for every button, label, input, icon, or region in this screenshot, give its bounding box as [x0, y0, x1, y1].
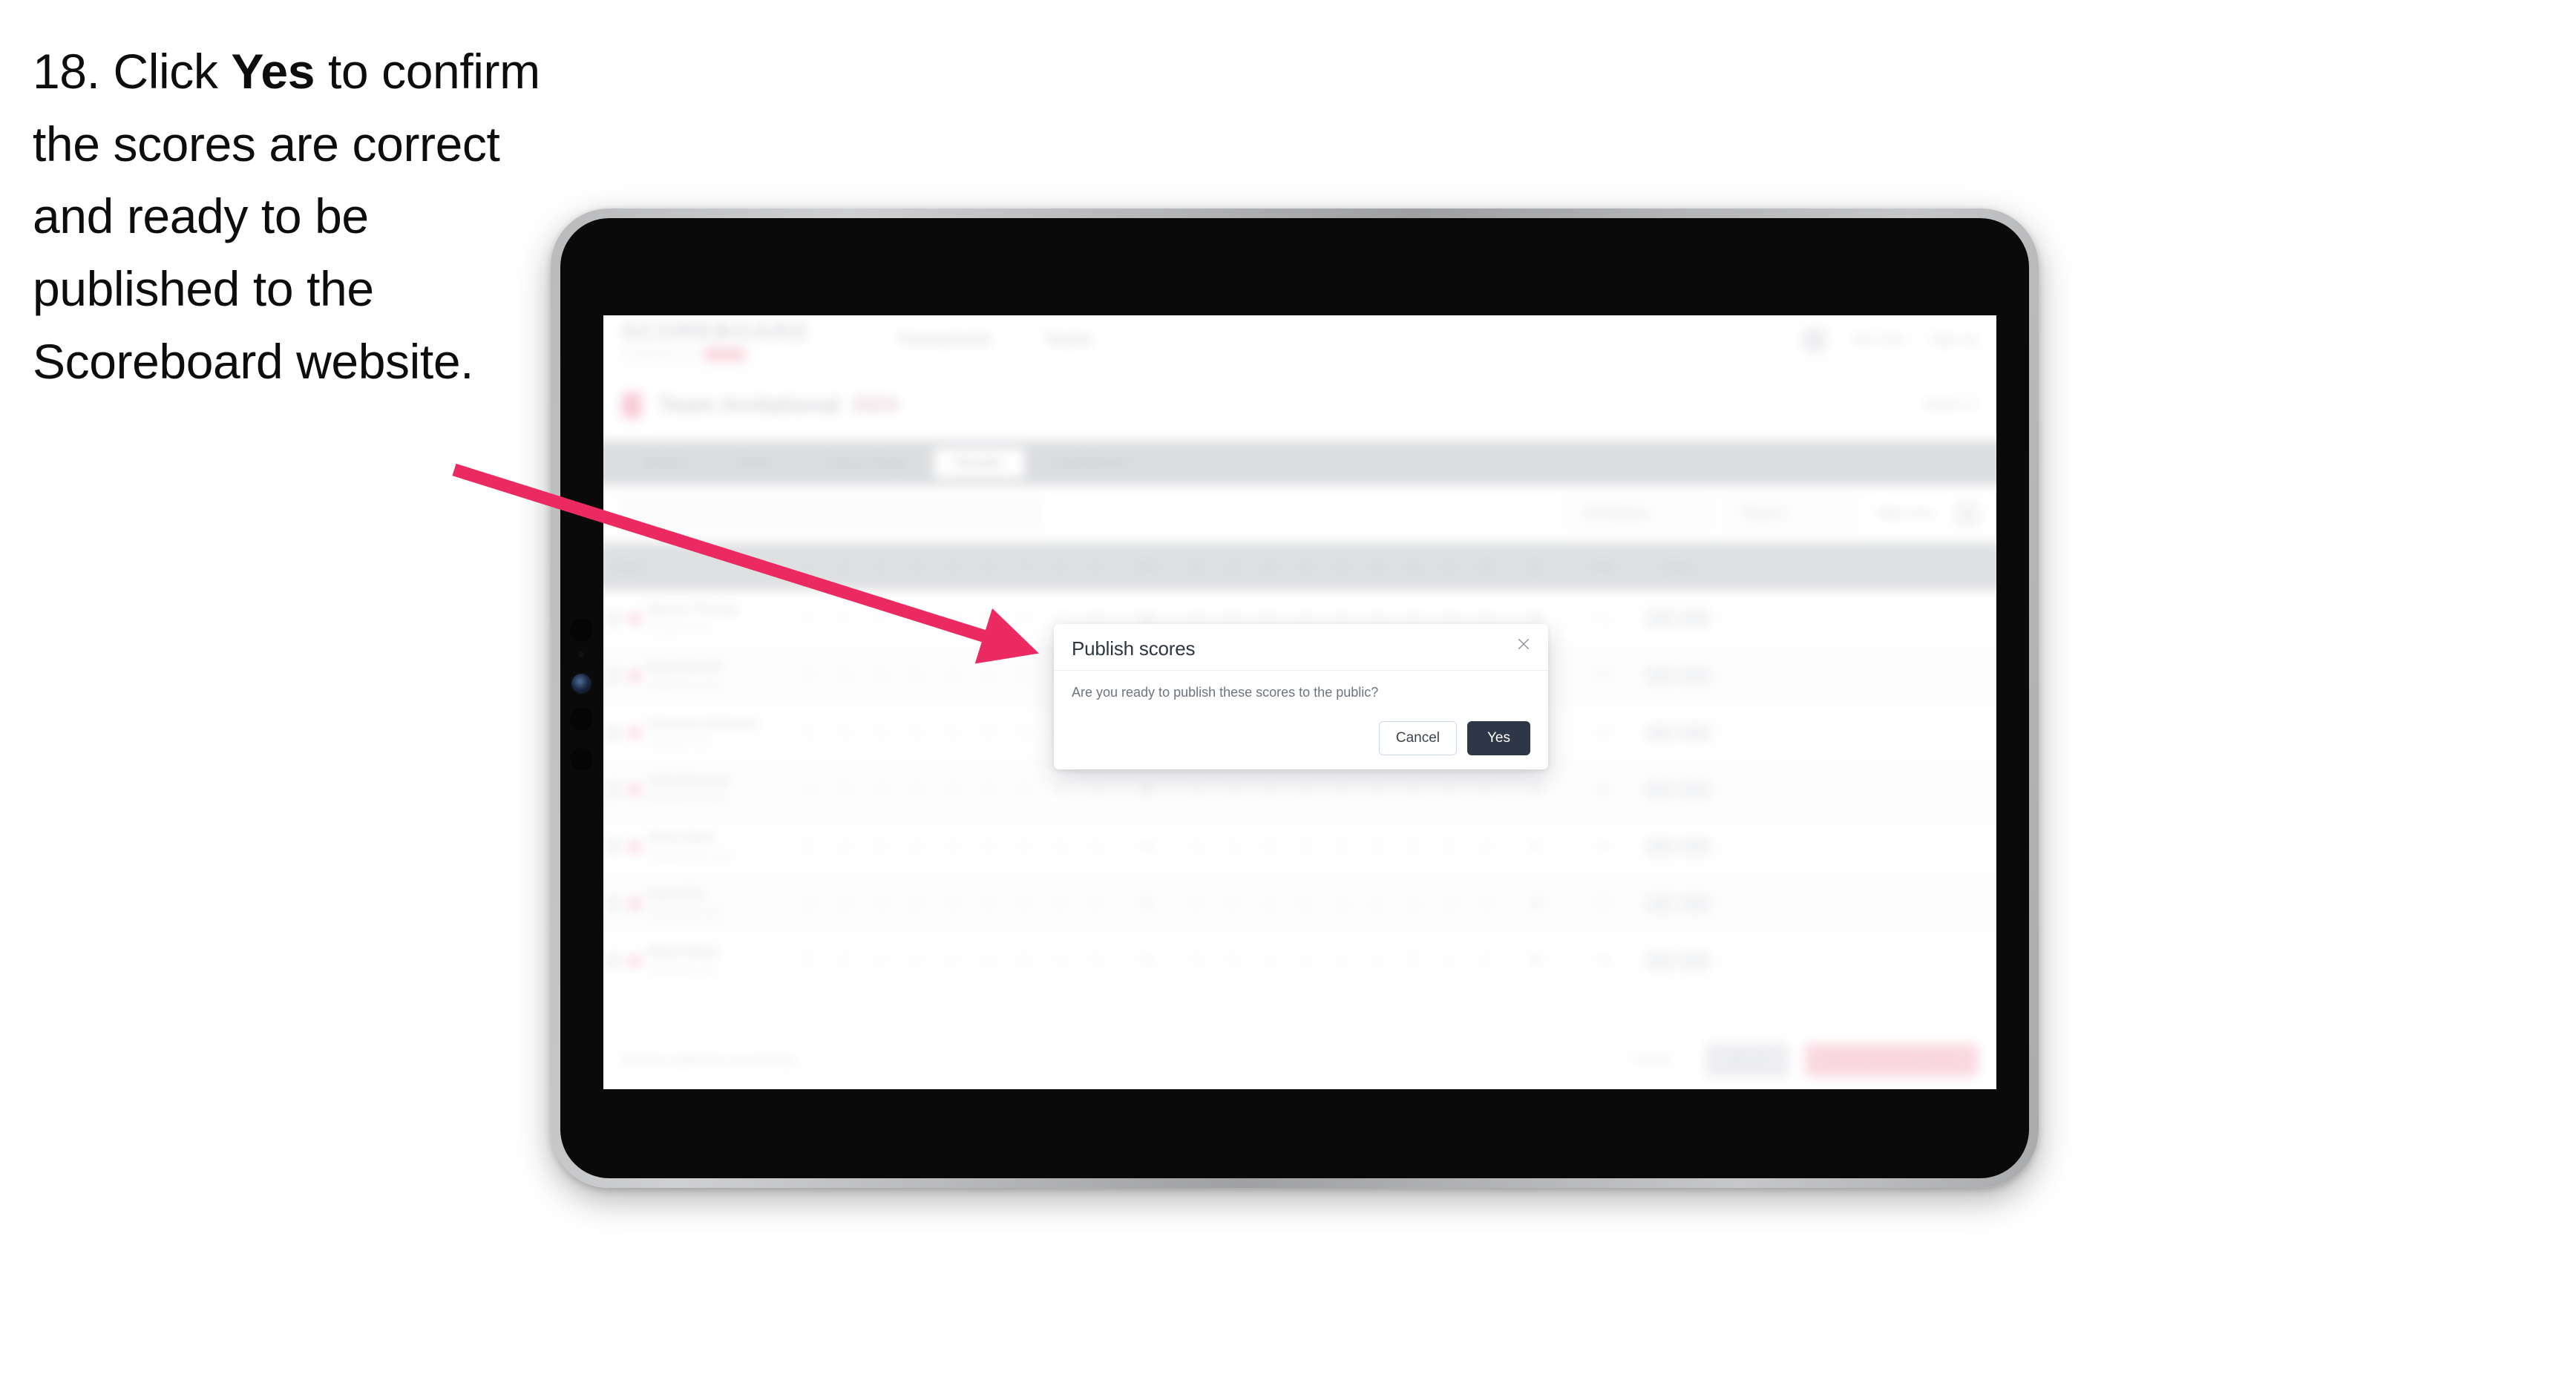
camera-sensor-bottom-icon [570, 748, 593, 771]
dialog-body: Are you ready to publish these scores to… [1054, 671, 1548, 701]
camera-sensor-mid-icon [570, 708, 593, 731]
tablet-body: SCOREBOARD POWERED BY GOLF Tournaments T… [560, 218, 2029, 1178]
microphone-dot-icon [578, 651, 584, 657]
tablet-screen: SCOREBOARD POWERED BY GOLF Tournaments T… [603, 315, 1996, 1089]
close-icon[interactable] [1513, 633, 1535, 655]
dialog-title: Publish scores [1072, 637, 1196, 660]
cancel-button[interactable]: Cancel [1378, 721, 1457, 755]
dialog-footer: Cancel Yes [1054, 721, 1548, 769]
instruction-text: 18. Click Yes to confirm the scores are … [33, 36, 567, 398]
camera-lens-icon [571, 674, 591, 694]
instruction-part1: Click [113, 44, 232, 99]
camera-cluster [569, 617, 594, 789]
dialog-header: Publish scores [1054, 624, 1548, 671]
tablet-device: SCOREBOARD POWERED BY GOLF Tournaments T… [551, 208, 2039, 1188]
publish-scores-dialog: Publish scores Are you ready to publish … [1054, 624, 1548, 769]
camera-sensor-top-icon [570, 619, 593, 642]
slide-canvas: 18. Click Yes to confirm the scores are … [0, 0, 2576, 1386]
instruction-number: 18. [33, 44, 100, 99]
dialog-message: Are you ready to publish these scores to… [1072, 685, 1379, 700]
yes-button[interactable]: Yes [1467, 721, 1530, 755]
instruction-emphasis: Yes [231, 44, 315, 99]
